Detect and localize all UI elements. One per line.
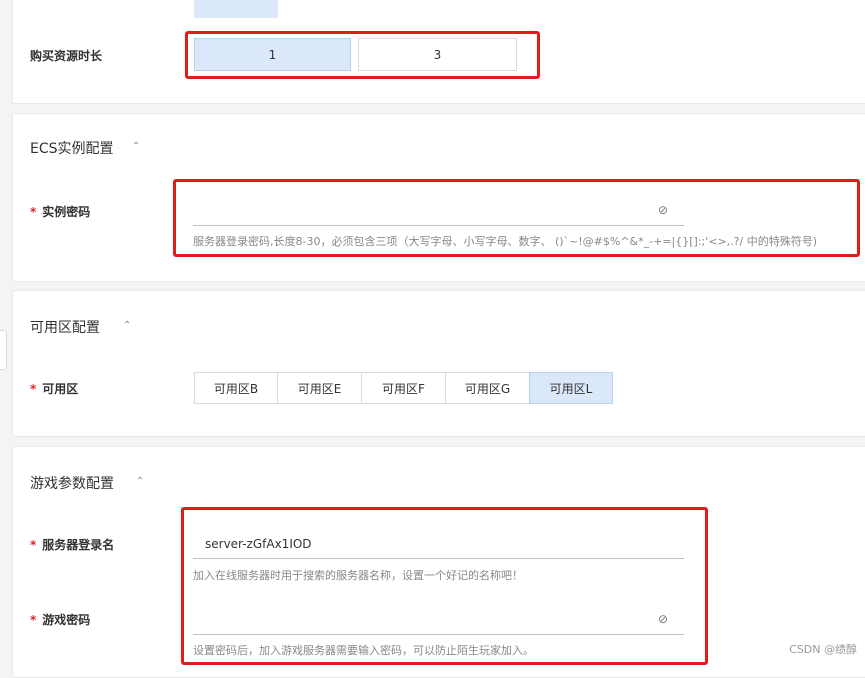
highlight-box-game — [181, 507, 708, 665]
login-name-label: * 服务器登录名 — [30, 538, 115, 552]
instance-password-label: * 实例密码 — [30, 205, 91, 219]
game-password-label: * 游戏密码 — [30, 613, 91, 627]
zone-option-f[interactable]: 可用区F — [361, 372, 446, 404]
zone-section-title: 可用区配置 — [30, 320, 100, 336]
zone-config-card: 可用区配置 ⌃ * 可用区 可用区B 可用区E 可用区F 可用区G 可用区L — [12, 290, 865, 437]
zone-option-g[interactable]: 可用区G — [445, 372, 530, 404]
highlight-box-duration — [185, 31, 540, 79]
cut-off-selected-option — [194, 0, 278, 18]
zone-option-e[interactable]: 可用区E — [277, 372, 362, 404]
ecs-section-title: ECS实例配置 — [30, 141, 114, 157]
game-section-title: 游戏参数配置 — [30, 476, 114, 492]
watermark: CSDN @绩醇 — [789, 643, 857, 656]
chevron-up-icon[interactable]: ⌃ — [136, 476, 144, 487]
zone-option-b[interactable]: 可用区B — [194, 372, 278, 404]
chevron-up-icon[interactable]: ⌃ — [132, 141, 140, 152]
chevron-up-icon[interactable]: ⌃ — [123, 320, 131, 331]
zone-option-l[interactable]: 可用区L — [529, 372, 613, 404]
duration-label: 购买资源时长 — [30, 49, 103, 63]
side-collapse-tab[interactable] — [0, 330, 7, 370]
highlight-box-password — [173, 179, 860, 257]
zone-label: * 可用区 — [30, 382, 79, 396]
